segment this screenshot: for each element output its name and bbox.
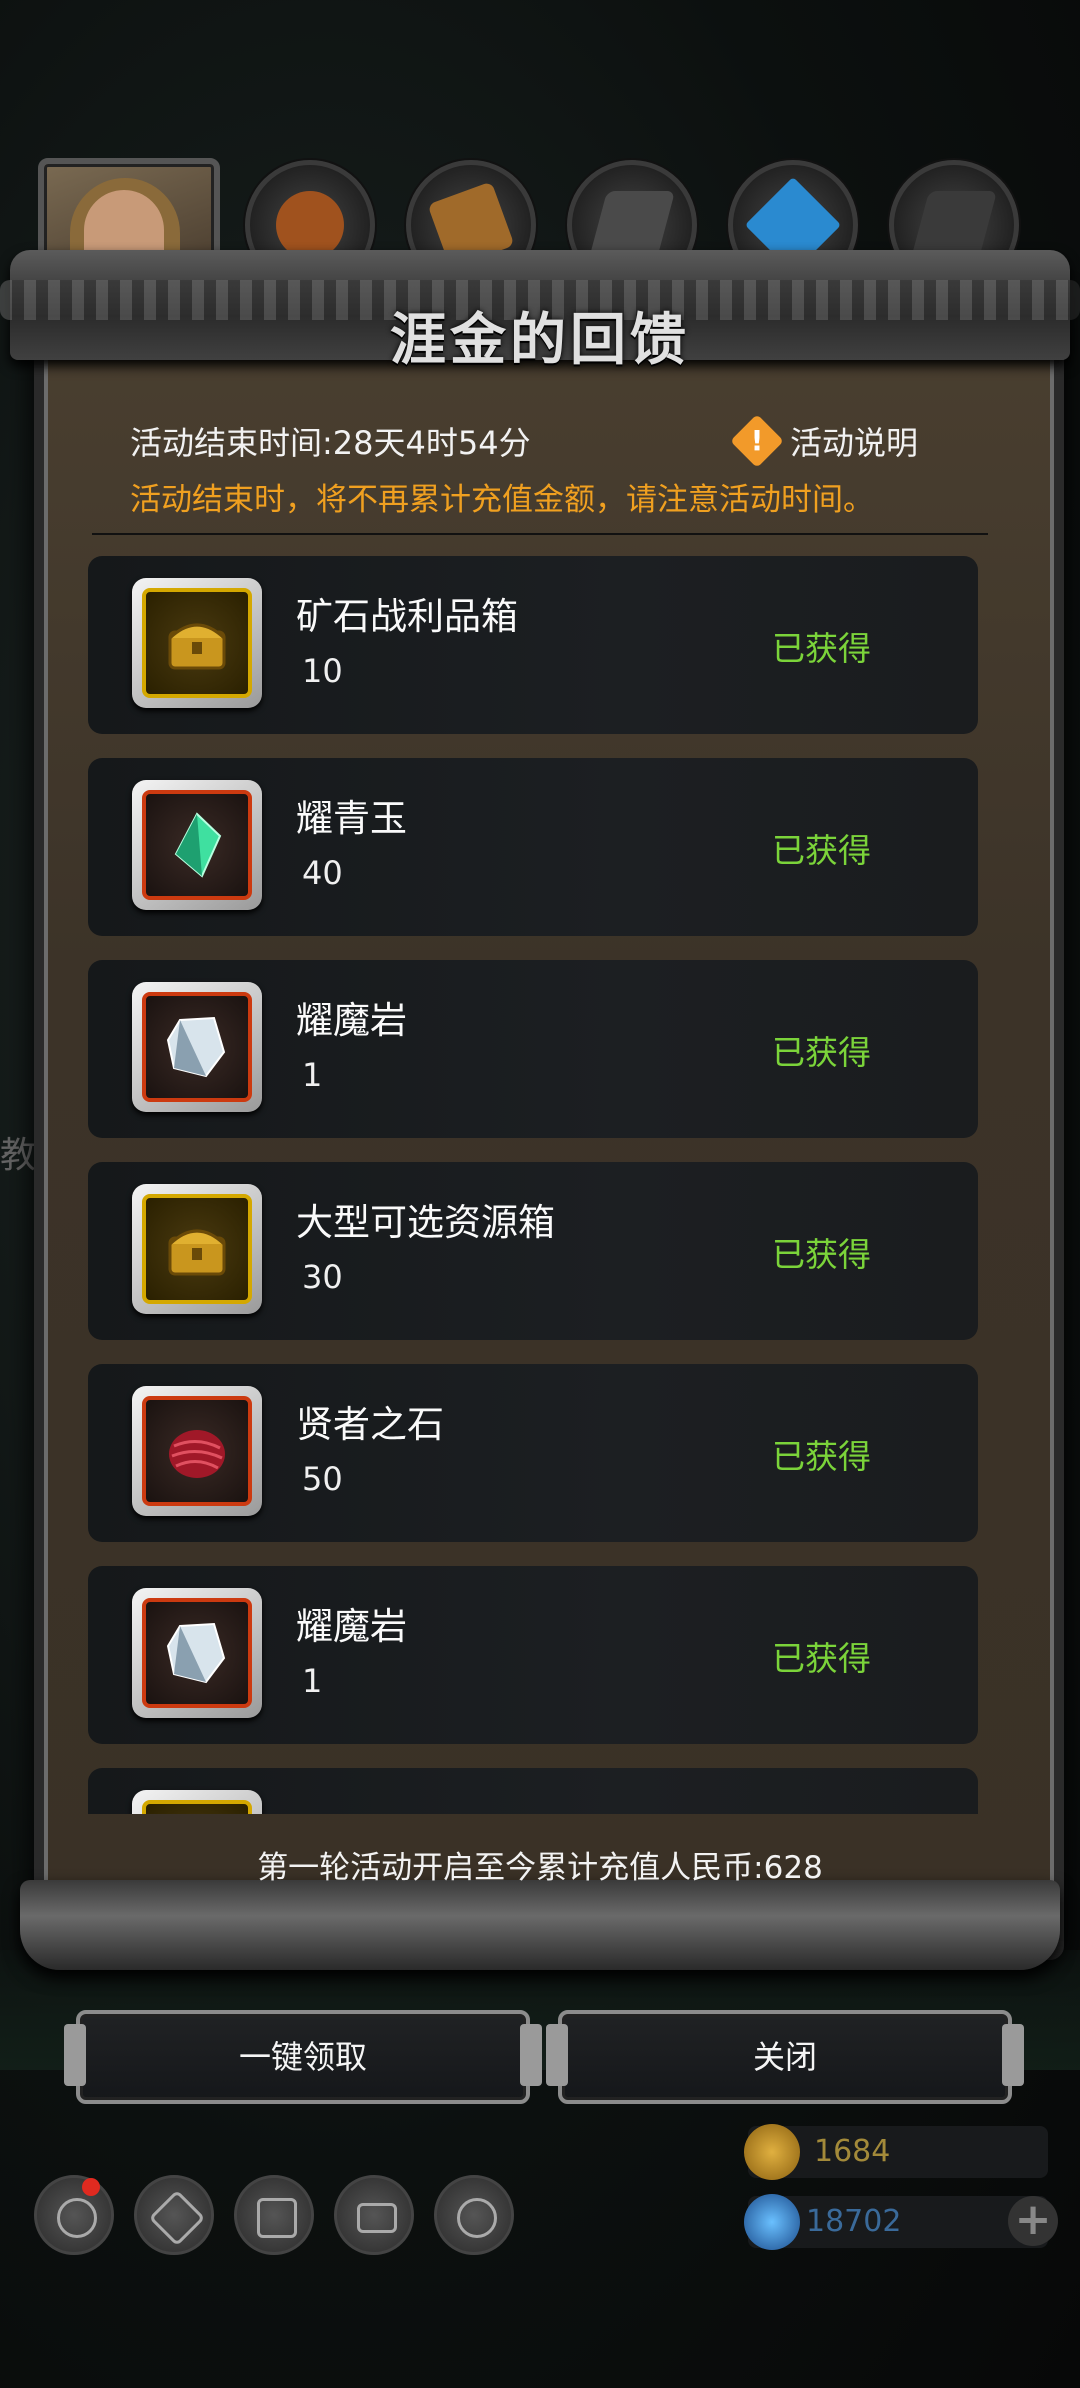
add-gems-button[interactable]: + xyxy=(1008,2196,1058,2246)
reward-item-qty: 1 xyxy=(302,1056,323,1094)
reward-item-qty: 40 xyxy=(302,854,343,892)
warning-icon: ! xyxy=(730,414,784,468)
reward-status: 已获得 xyxy=(772,629,871,668)
gem-amount: 18702 xyxy=(806,2204,902,2239)
reward-item-qty: 50 xyxy=(302,1460,343,1498)
reward-row: 耀魔岩 1 已获得 xyxy=(88,960,978,1138)
gold-amount: 1684 xyxy=(814,2134,891,2169)
reward-status: 已获得 xyxy=(772,1437,871,1476)
chest-icon xyxy=(168,1229,226,1276)
claim-all-button[interactable]: 一键领取 xyxy=(64,2010,542,2104)
reward-item-name: 矿石战利品箱 xyxy=(296,595,518,638)
settings-icon[interactable] xyxy=(34,2175,114,2255)
reward-item-name: 大型可选资源箱 xyxy=(296,1201,555,1244)
reward-item-name: 耀青玉 xyxy=(296,797,407,840)
reward-item-qty: 10 xyxy=(302,652,343,690)
guild-icon[interactable] xyxy=(234,2175,314,2255)
reward-status: 已获得 xyxy=(772,831,871,870)
reward-item-name: 贤者之石 xyxy=(296,1403,444,1446)
event-notice: 活动结束时，将不再累计充值金额，请注意活动时间。 xyxy=(130,482,874,518)
divider xyxy=(92,533,988,535)
reward-list[interactable]: 矿石战利品箱 10 已获得 耀青玉 40 已获得 耀魔岩 1 已获得 大型可选资… xyxy=(88,556,978,1814)
reward-item-icon[interactable] xyxy=(132,1184,262,1314)
reward-item-name: 耀魔岩 xyxy=(296,999,407,1042)
reward-status: 已获得 xyxy=(772,1639,871,1678)
reward-row: 耀魔岩 1 已获得 xyxy=(88,1566,978,1744)
total-recharge-text: 第一轮活动开启至今累计充值人民币:628 xyxy=(257,1850,823,1886)
reward-status: 已获得 xyxy=(772,1235,871,1274)
reward-item-qty: 1 xyxy=(302,1662,323,1700)
reward-row: 贤者之石 50 已获得 xyxy=(88,1364,978,1542)
reward-item-icon[interactable] xyxy=(132,1386,262,1516)
ranking-icon[interactable] xyxy=(434,2175,514,2255)
event-end-time: 活动结束时间:28天4时54分 xyxy=(130,424,531,462)
achievement-icon[interactable] xyxy=(134,2175,214,2255)
chest-icon xyxy=(168,623,226,670)
gem-icon xyxy=(744,2194,800,2250)
reward-row: 大型可选资源箱 30 已获得 xyxy=(88,1162,978,1340)
reward-row: 矿石战利品箱 10 已获得 xyxy=(88,556,978,734)
event-help-label: 活动说明 xyxy=(790,424,919,462)
magic-rock-icon xyxy=(166,1016,226,1078)
background-side-text: 教 xyxy=(0,1135,37,1176)
jade-crystal-icon xyxy=(174,812,222,878)
dialog-bottom-frame xyxy=(20,1880,1060,1970)
reward-item-qty: 30 xyxy=(302,1258,343,1296)
notification-dot xyxy=(82,2178,100,2196)
reward-row: 耀青玉 40 已获得 xyxy=(88,758,978,936)
reward-row-partial xyxy=(88,1768,978,1814)
close-button[interactable]: 关闭 xyxy=(546,2010,1024,2104)
reward-item-icon[interactable] xyxy=(132,578,262,708)
event-help-button[interactable]: ! 活动说明 xyxy=(730,414,919,468)
magic-rock-icon xyxy=(166,1622,226,1684)
reward-item-icon[interactable] xyxy=(132,780,262,910)
reward-item-icon[interactable] xyxy=(132,1790,262,1814)
reward-status: 已获得 xyxy=(772,1033,871,1072)
mail-icon[interactable] xyxy=(334,2175,414,2255)
dialog-title: 涯金的回馈 xyxy=(390,307,690,373)
reward-item-icon[interactable] xyxy=(132,982,262,1112)
reward-item-name: 耀魔岩 xyxy=(296,1605,407,1648)
gold-coin-icon xyxy=(744,2124,800,2180)
sage-stone-icon xyxy=(169,1430,225,1478)
reward-item-icon[interactable] xyxy=(132,1588,262,1718)
